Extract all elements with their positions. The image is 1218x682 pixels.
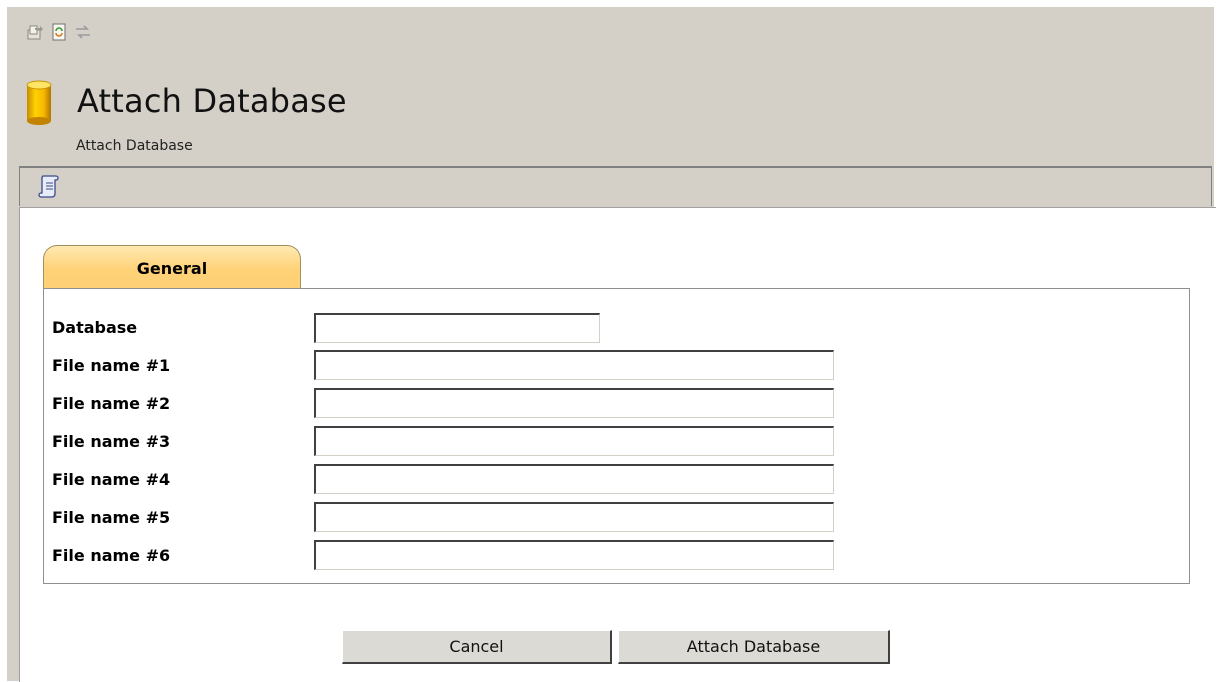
database-label: Database — [52, 318, 138, 337]
file-name-4-field[interactable] — [314, 464, 834, 494]
general-panel: Database File name #1 File name #2 File … — [43, 288, 1190, 584]
tab-general[interactable]: General — [43, 245, 301, 289]
file-name-2-label: File name #2 — [52, 394, 171, 413]
file-name-4-label: File name #4 — [52, 470, 171, 489]
database-icon — [26, 80, 52, 126]
file-name-1-field[interactable] — [314, 350, 834, 380]
cancel-button[interactable]: Cancel — [342, 630, 612, 664]
left-edge — [0, 0, 7, 681]
file-name-6-label: File name #6 — [52, 546, 171, 565]
script-icon[interactable] — [38, 173, 62, 199]
file-name-5-label: File name #5 — [52, 508, 171, 527]
tab-general-label: General — [136, 259, 208, 278]
file-name-3-field[interactable] — [314, 426, 834, 456]
page-title: Attach Database — [77, 82, 347, 120]
page-subtitle: Attach Database — [76, 138, 193, 154]
swap-icon[interactable] — [74, 23, 92, 41]
top-edge — [0, 0, 1218, 7]
database-field[interactable] — [314, 313, 600, 343]
file-name-6-field[interactable] — [314, 540, 834, 570]
file-name-2-field[interactable] — [314, 388, 834, 418]
file-name-5-field[interactable] — [314, 502, 834, 532]
attach-database-button[interactable]: Attach Database — [618, 630, 890, 664]
file-name-1-label: File name #1 — [52, 356, 171, 375]
file-name-3-label: File name #3 — [52, 432, 171, 451]
script-bar — [19, 168, 1212, 206]
refresh-icon[interactable] — [50, 23, 68, 41]
export-icon[interactable] — [26, 23, 44, 41]
content-area: General Database File name #1 File name … — [19, 207, 1216, 682]
toolbar — [26, 20, 92, 44]
